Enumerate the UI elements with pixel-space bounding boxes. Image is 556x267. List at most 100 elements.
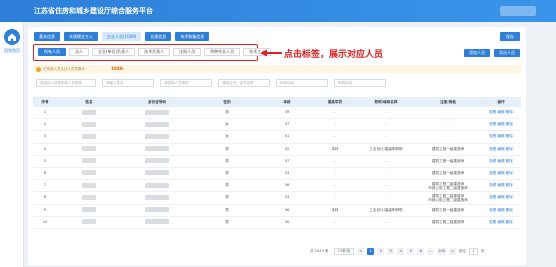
row-actions[interactable]: 查看 编辑 删除 <box>481 217 521 228</box>
redacted-block <box>145 158 169 164</box>
name-input[interactable]: 请输入姓名 <box>102 79 154 87</box>
tab-company-head[interactable]: 企业(单位)负责人 <box>92 48 136 56</box>
table-row: 3 女 41 - - - 查看 编辑 删除 <box>33 131 521 144</box>
row-gender: 男 <box>225 207 229 212</box>
filter-bar: 请选择人员类别或人员类型 请输入姓名 请选择人员类别 搜索证书，证书名称 年龄区… <box>36 79 386 87</box>
row-id-number <box>121 131 193 142</box>
table-row: 6 男 33 - - 建筑工程一级建造师 查看 编辑 删除 <box>33 168 521 181</box>
app-title: 江苏省住房和城乡建设厅综合服务平台 <box>34 7 153 15</box>
header-name: 姓名 <box>85 100 93 104</box>
scale-owner-button[interactable]: 本规模业主入 <box>64 32 98 41</box>
row-age: 41 <box>284 134 290 139</box>
page-button[interactable]: 4 <box>397 248 405 255</box>
row-actions[interactable]: 查看 编辑 删除 <box>481 156 521 167</box>
side-nav: 回到首页 <box>0 22 24 267</box>
row-age: 33 <box>284 170 290 175</box>
row-age: 33 <box>284 195 290 200</box>
row-registration: - <box>415 131 481 142</box>
page-button[interactable]: < <box>357 248 365 255</box>
row-name <box>57 217 121 228</box>
row-index: 4 <box>43 146 47 151</box>
home-icon[interactable] <box>4 29 20 45</box>
save-button[interactable]: 保存 <box>500 32 520 41</box>
redacted-block <box>145 194 169 200</box>
goto-input[interactable]: 1 <box>468 248 478 255</box>
row-actions[interactable]: 查看 编辑 删除 <box>481 205 521 216</box>
row-actions[interactable]: 查看 编辑 删除 <box>481 119 521 130</box>
row-actions[interactable]: 查看 编辑 删除 <box>481 192 521 203</box>
row-actions[interactable]: 查看 编辑 删除 <box>481 168 521 179</box>
tab-legal-person[interactable]: 法人 <box>69 48 89 56</box>
row-title: 工业设计/高级职称职 <box>369 146 403 151</box>
page-size-select[interactable]: 10条/页 <box>333 248 355 255</box>
page-button[interactable]: 6 <box>417 248 425 255</box>
table-row: 4 男 42 本科 工业设计/高级职称职 建筑工程一级建造师 查看 编辑 删除 <box>33 144 521 156</box>
tab-special-ops[interactable]: 特种作业人员 <box>204 48 241 56</box>
row-gender: 男 <box>225 183 229 188</box>
home-link[interactable]: 回到首页 <box>1 48 23 54</box>
page-button[interactable]: 3 <box>387 248 395 255</box>
add-staff-button[interactable]: 添加人员 <box>464 49 490 57</box>
row-title: - <box>385 122 387 127</box>
type-select[interactable]: 请选择人员类别 <box>160 79 212 87</box>
page-button[interactable]: 105 <box>437 248 446 255</box>
tab-tech-head[interactable]: 技术负责人 <box>138 48 171 56</box>
table-row: 5 男 37 - - 建筑工程一级建造师 查看 编辑 删除 <box>33 156 521 168</box>
row-actions[interactable]: 查看 编辑 删除 <box>481 131 521 142</box>
row-index: 6 <box>43 170 47 175</box>
table-row: 10 男 30 - - 建筑工程二级建造师 查看 编辑 删除 <box>33 217 521 229</box>
row-registration: 建筑工程二级建造师 <box>415 217 481 228</box>
registration-primary: - <box>447 110 449 114</box>
row-education: - <box>334 183 336 188</box>
main-panel: 基本信息 本规模业主入 企业人员(1049) 业绩信息 技术装备信息 保存 所有… <box>28 27 526 265</box>
row-education: 本科 <box>331 207 339 212</box>
redacted-block <box>82 207 96 212</box>
row-education: - <box>334 134 336 139</box>
page-button[interactable]: > <box>448 248 456 255</box>
list-actions: 添加人员 导出人员 <box>464 49 520 57</box>
basic-info-button[interactable]: 基本信息 <box>34 32 60 41</box>
row-title: - <box>385 183 387 188</box>
redacted-block <box>82 170 96 176</box>
tab-registered[interactable]: 注册人员 <box>173 48 202 56</box>
cert-input[interactable]: 搜索证书，证书名称 <box>218 79 270 87</box>
staff-button[interactable]: 企业人员(1049) <box>102 32 142 41</box>
row-actions[interactable]: 查看 编辑 删除 <box>481 180 521 191</box>
equipment-button[interactable]: 技术装备信息 <box>175 32 210 41</box>
row-registration: 建筑工程一级建造师 <box>415 156 481 167</box>
page-button[interactable]: 2 <box>377 248 385 255</box>
row-index: 5 <box>43 158 47 163</box>
export-staff-button[interactable]: 导出人员 <box>494 49 520 57</box>
row-registration: 建筑工程一级建造师 <box>415 168 481 179</box>
redacted-block <box>145 170 169 176</box>
row-title: - <box>385 134 387 139</box>
registration-primary: 建筑工程一级建造师 <box>431 207 465 212</box>
notice-unit: 人 <box>121 66 125 71</box>
info-icon: ! <box>36 66 41 72</box>
page-button[interactable]: 5 <box>407 248 415 255</box>
row-actions[interactable]: 查看 编辑 删除 <box>481 107 521 118</box>
table-row: 1 男 39 - - - 查看 编辑 删除 <box>33 107 521 120</box>
total-count: 共 1049 条 <box>310 249 329 253</box>
row-registration: 建筑工程一级建造师 <box>415 144 481 155</box>
row-actions[interactable]: 查看 编辑 删除 <box>481 144 521 155</box>
tab-all[interactable]: 所有人员 <box>38 48 66 56</box>
row-age: 30 <box>284 219 290 224</box>
category-select[interactable]: 请选择人员类别或人员类型 <box>36 79 96 87</box>
redacted-block <box>145 121 169 127</box>
row-name <box>57 144 121 155</box>
staff-tabs: 所有人员 法人 企业(单位)负责人 技术负责人 注册人员 特种作业人员 技术工人 <box>38 48 272 56</box>
redacted-block <box>82 219 96 225</box>
page-button[interactable]: 1 <box>367 248 375 255</box>
redacted-block <box>145 109 169 115</box>
redacted-block <box>82 146 96 152</box>
row-gender: 男 <box>225 170 229 175</box>
row-id-number <box>121 192 193 203</box>
performance-button[interactable]: 业绩信息 <box>145 32 172 41</box>
table-row: 8 男 33 - - 建筑工程二级建造师 市政公用工程二级建造师 查看 编辑 删除 <box>33 192 521 205</box>
age-min-input[interactable]: 年龄区间 <box>276 79 328 87</box>
user-info-redacted[interactable] <box>500 6 536 16</box>
age-max-input[interactable]: 年龄区间 <box>334 79 386 87</box>
page-button[interactable]: … <box>427 248 435 255</box>
row-registration: 建筑工程一级建造师 <box>415 205 481 216</box>
